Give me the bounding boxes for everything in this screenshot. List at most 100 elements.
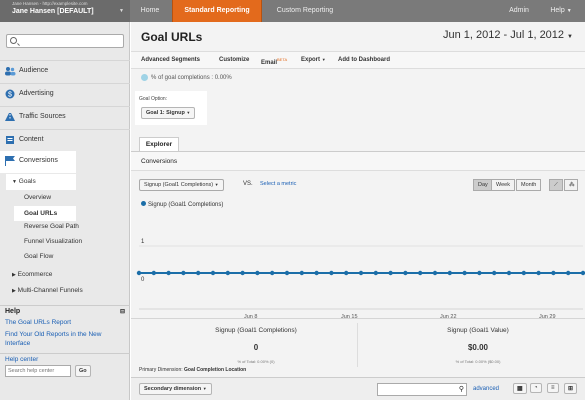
help-title: Help ⊟ <box>0 305 130 317</box>
advanced-filter-link[interactable]: advanced <box>473 386 499 392</box>
tab-custom-reporting[interactable]: Custom Reporting <box>264 0 346 22</box>
sidebar-item-goals[interactable]: ▼ Goals <box>6 174 76 190</box>
metric-label: Signup (Goal1 Value) <box>447 327 509 334</box>
sidebar: Audience $ Advertising Traffic Sources C… <box>0 22 130 400</box>
email-button[interactable]: EmailBETA <box>261 57 287 66</box>
sidebar-item-overview[interactable]: Overview <box>24 194 51 201</box>
sidebar-item-ecommerce[interactable]: ▶ Ecommerce <box>12 271 52 278</box>
customize-button[interactable]: Customize <box>219 57 249 63</box>
series-point[interactable] <box>270 270 275 276</box>
series-point[interactable] <box>566 270 571 276</box>
series-point[interactable] <box>521 270 526 276</box>
series-point[interactable] <box>492 270 497 276</box>
period-week-button[interactable]: Week <box>491 179 515 191</box>
series-point[interactable] <box>196 270 201 276</box>
tab-admin[interactable]: Admin <box>498 0 540 22</box>
series-point[interactable] <box>240 270 245 276</box>
series-point[interactable] <box>418 270 423 276</box>
table-view-button[interactable]: ▦ <box>513 383 527 394</box>
sidebar-item-reverse-goal-path[interactable]: Reverse Goal Path <box>24 223 79 230</box>
chevron-down-icon: ▼ <box>567 34 573 40</box>
series-point[interactable] <box>136 270 142 276</box>
series-point[interactable] <box>447 270 452 276</box>
goal-option-dropdown[interactable]: Goal 1: Signup ▼ <box>141 107 196 119</box>
series-point[interactable] <box>314 270 319 276</box>
secondary-dimension-dropdown[interactable]: Secondary dimension ▼ <box>139 383 212 395</box>
tab-conversions[interactable]: Conversions <box>131 151 585 171</box>
sidebar-item-traffic-sources[interactable]: Traffic Sources <box>0 106 130 128</box>
series-point[interactable] <box>299 270 304 276</box>
account-selector[interactable]: Jane Hansen - http://examplesite.com Jan… <box>0 0 130 22</box>
tab-standard-reporting[interactable]: Standard Reporting <box>172 0 262 22</box>
metric-label: Signup (Goal1 Completions) <box>215 327 297 334</box>
pivot-view-button[interactable]: ⊞ <box>564 383 578 394</box>
help-search-input[interactable] <box>5 365 71 377</box>
series-point[interactable] <box>462 270 467 276</box>
tab-home[interactable]: Home <box>130 0 170 22</box>
sidebar-search-input[interactable] <box>6 34 124 48</box>
sidebar-item-goal-flow[interactable]: Goal Flow <box>24 253 53 260</box>
series-point[interactable] <box>255 270 260 276</box>
comparison-view-button[interactable]: ≡ <box>547 383 559 393</box>
sidebar-item-goal-urls[interactable]: Goal URLs <box>14 206 76 221</box>
series-point[interactable] <box>506 270 512 276</box>
chevron-down-icon: ▼ <box>202 386 207 391</box>
series-point[interactable] <box>358 270 364 276</box>
series-point[interactable] <box>477 270 482 276</box>
date-range-picker[interactable]: Jun 1, 2012 - Jul 1, 2012 ▼ <box>443 29 573 41</box>
series-point[interactable] <box>388 270 393 276</box>
tab-explorer[interactable]: Explorer <box>139 137 179 151</box>
series-point[interactable] <box>432 270 438 276</box>
caret-right-icon: ▶ <box>12 288 16 294</box>
chevron-down-icon: ▼ <box>119 8 124 14</box>
sidebar-item-advertising[interactable]: $ Advertising <box>0 83 130 105</box>
collapse-icon[interactable]: ⊟ <box>120 308 125 315</box>
table-filter-input[interactable]: ⚲ <box>377 383 467 396</box>
help-center-link[interactable]: Help center <box>0 353 130 365</box>
series-point[interactable] <box>151 270 156 276</box>
series-point[interactable] <box>403 270 408 276</box>
help-link-goal-urls-report[interactable]: The Goal URLs Report <box>0 317 130 328</box>
sidebar-item-audience[interactable]: Audience <box>0 60 130 82</box>
primary-dimension-value[interactable]: Goal Completion Location <box>184 367 246 373</box>
goal-option-value: Goal 1: Signup <box>146 110 185 116</box>
y-tick-bottom: 0 <box>141 277 145 283</box>
select-metric-link[interactable]: Select a metric <box>260 181 296 187</box>
series-point[interactable] <box>225 270 230 276</box>
metric-select[interactable]: Signup (Goal1 Completions) ▼ <box>139 179 224 191</box>
series-point[interactable] <box>373 270 378 276</box>
sidebar-item-funnel-visualization[interactable]: Funnel Visualization <box>24 238 82 245</box>
chevron-down-icon: ▼ <box>186 110 191 115</box>
summary-metrics: Signup (Goal1 Completions) 0 % of Total:… <box>131 318 585 384</box>
add-to-dashboard-button[interactable]: Add to Dashboard <box>338 57 390 63</box>
line-chart-toggle[interactable]: ⟋ <box>549 179 563 191</box>
help-heading: Help <box>5 308 21 315</box>
period-day-button[interactable]: Day <box>473 179 493 191</box>
line-chart: Signup (Goal1 Completions) 1 0 Jun 8 Jun… <box>131 197 585 322</box>
help-search-go-button[interactable]: Go <box>75 365 91 377</box>
chevron-down-icon: ▼ <box>321 57 326 62</box>
help-link-old-reports[interactable]: Find Your Old Reports in the New Interfa… <box>0 328 130 350</box>
series-point[interactable] <box>284 270 290 276</box>
sidebar-item-conversions[interactable]: Conversions <box>0 151 76 173</box>
series-point[interactable] <box>580 270 585 276</box>
series-point[interactable] <box>551 270 556 276</box>
series-point[interactable] <box>536 270 541 276</box>
pie-view-button[interactable]: ◔ <box>530 383 542 393</box>
series-point[interactable] <box>344 270 349 276</box>
pivot-icon: ⊞ <box>568 386 574 392</box>
series-point[interactable] <box>181 270 186 276</box>
export-button[interactable]: Export ▼ <box>301 57 326 63</box>
help-menu[interactable]: Help ▼ <box>544 0 578 22</box>
y-tick-top: 1 <box>141 239 145 245</box>
series-point[interactable] <box>166 270 171 276</box>
motion-chart-toggle[interactable]: ⁂ <box>564 179 578 191</box>
sidebar-item-content[interactable]: Content <box>0 129 130 151</box>
period-month-button[interactable]: Month <box>516 179 542 191</box>
series-point[interactable] <box>329 270 334 276</box>
sidebar-item-label: Traffic Sources <box>19 113 66 120</box>
sidebar-item-multi-channel-funnels[interactable]: ▶ Multi-Channel Funnels <box>12 287 83 294</box>
chart-controls: Signup (Goal1 Completions) ▼ VS. Select … <box>131 177 585 193</box>
series-point[interactable] <box>210 270 216 276</box>
advanced-segments-button[interactable]: Advanced Segments <box>141 57 200 63</box>
